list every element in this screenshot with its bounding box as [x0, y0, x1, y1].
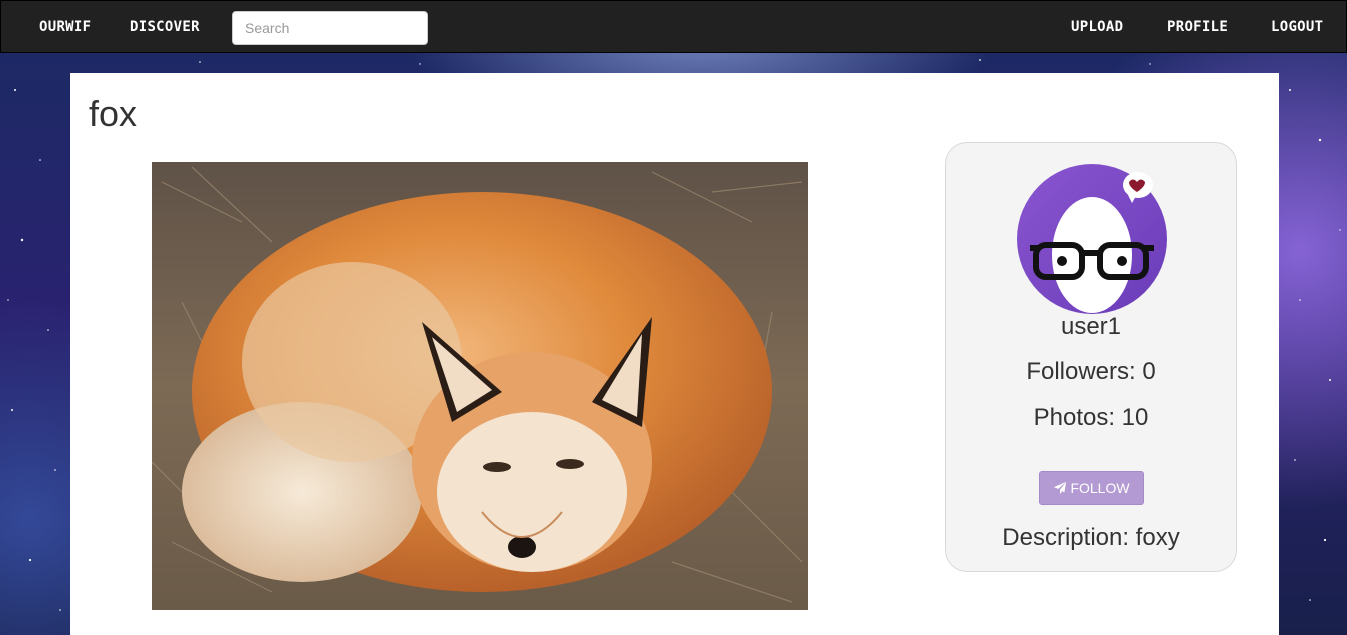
logout-link[interactable]: LOGOUT — [1271, 19, 1323, 35]
post-photo — [152, 162, 808, 610]
post-panel: fox user1 Followers: 0 Photos: 10 FOLLOW… — [70, 73, 1279, 635]
avatar[interactable] — [1016, 163, 1168, 315]
profile-link[interactable]: PROFILE — [1167, 19, 1228, 35]
paper-plane-icon — [1054, 481, 1067, 495]
profile-username[interactable]: user1 — [946, 313, 1236, 341]
photo-description: Description: foxy — [1002, 524, 1180, 551]
follow-button[interactable]: FOLLOW — [1039, 471, 1144, 505]
post-title: fox — [89, 93, 138, 134]
upload-link[interactable]: UPLOAD — [1071, 19, 1123, 35]
profile-card: user1 Followers: 0 Photos: 10 FOLLOW Des… — [945, 142, 1237, 572]
discover-link[interactable]: DISCOVER — [130, 19, 200, 35]
photos-count: Photos: 10 — [1033, 404, 1149, 431]
followers-count: Followers: 0 — [1026, 358, 1156, 385]
search-input[interactable] — [232, 11, 428, 45]
top-navbar: OURWIF DISCOVER UPLOAD PROFILE LOGOUT — [0, 0, 1347, 53]
follow-button-label: FOLLOW — [1070, 480, 1130, 496]
brand-link[interactable]: OURWIF — [39, 19, 91, 35]
